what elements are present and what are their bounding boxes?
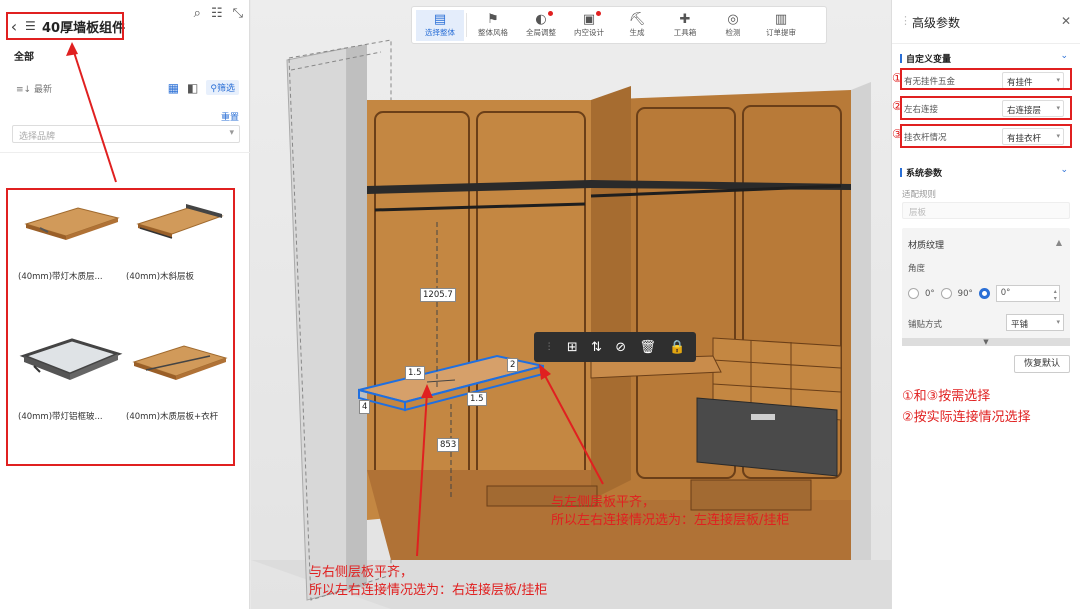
annotation-arrow bbox=[66, 42, 117, 183]
chevron-down-icon: ▾ bbox=[1056, 318, 1060, 326]
toolbar-toolbox[interactable]: ✚ 工具箱 bbox=[661, 11, 709, 38]
main-toolbar: ▤ 选择整体 ⚑ 整体风格 ◐ 全局调整 ▣ 内空设计 ⛏ 生成 ✚ 工具箱 ◎… bbox=[411, 6, 827, 44]
global-icon: ◐ bbox=[535, 11, 547, 27]
material-section: 材质纹理 ▲ 角度 0° 90° 0° ▴ ▾ 铺贴方式 平铺 ▾ bbox=[902, 228, 1070, 346]
angle-value: 0° bbox=[1000, 288, 1011, 298]
delete-icon[interactable]: 🗑 bbox=[639, 340, 656, 355]
toolbar-label: 订单提审 bbox=[766, 27, 796, 37]
selection-toolbar: ⋮ ⊞ ⇅ ⊘ 🗑 🔒 bbox=[534, 332, 696, 362]
chevron-down-icon[interactable]: ⌄ bbox=[1060, 165, 1068, 175]
restore-default-button[interactable]: 恢复默认 bbox=[1014, 355, 1070, 373]
collapse-toggle[interactable]: ▼ bbox=[902, 338, 1070, 346]
toolbar-label: 整体风格 bbox=[478, 27, 508, 37]
highlight-box bbox=[6, 188, 235, 466]
toolbar-generate[interactable]: ⛏ 生成 bbox=[613, 11, 661, 38]
stepper-icon[interactable]: ▴ ▾ bbox=[1054, 288, 1057, 302]
rule-value: 层板 bbox=[909, 208, 927, 218]
toolbar-label: 全局调整 bbox=[526, 27, 556, 37]
note-line: ②按实际连接情况选择 bbox=[902, 410, 1031, 425]
annotation-left-shelf: 与右侧层板平齐， 所以左右连接情况选为：右连接层板/挂柜 bbox=[309, 564, 547, 600]
select-icon: ▤ bbox=[433, 11, 447, 27]
paste-value: 平铺 bbox=[1011, 320, 1029, 330]
dimension-label[interactable]: 2 bbox=[507, 358, 519, 372]
style-icon: ⚑ bbox=[487, 11, 499, 27]
chevron-up-icon[interactable]: ▲ bbox=[1056, 238, 1062, 247]
paste-select[interactable]: 平铺 ▾ bbox=[1006, 314, 1064, 331]
detect-icon: ◎ bbox=[727, 11, 739, 27]
toolbar-label: 检测 bbox=[725, 27, 741, 37]
angle-label: 角度 bbox=[908, 264, 926, 274]
toolbar-style[interactable]: ⚑ 整体风格 bbox=[469, 11, 517, 38]
toolbar-global-adjust[interactable]: ◐ 全局调整 bbox=[517, 10, 565, 38]
highlight-box bbox=[900, 124, 1072, 148]
generate-icon: ⛏ bbox=[628, 11, 646, 27]
toolbox-icon: ✚ bbox=[679, 11, 691, 27]
annotation-line: 所以左右连接情况选为：左连接层板/挂柜 bbox=[551, 513, 790, 528]
close-icon[interactable]: ✕ bbox=[1061, 14, 1071, 28]
angle-radio-0[interactable] bbox=[908, 288, 919, 299]
annotation-right-shelf: 与左侧层板平齐， 所以左右连接情况选为：左连接层板/挂柜 bbox=[551, 494, 789, 530]
toolbar-label: 生成 bbox=[629, 27, 645, 37]
angle-radio-custom[interactable] bbox=[978, 288, 990, 299]
lock-icon[interactable]: 🔒 bbox=[669, 340, 685, 355]
angle-options: 0° 90° 0° ▴ ▾ bbox=[908, 285, 1060, 302]
toolbar-order-review[interactable]: ▥ 订单提审 bbox=[757, 11, 805, 38]
add-icon[interactable]: ⊞ bbox=[567, 340, 578, 355]
paste-label: 铺贴方式 bbox=[908, 320, 943, 330]
rule-select: 层板 bbox=[902, 202, 1070, 219]
annotation-line: 所以左右连接情况选为：右连接层板/挂柜 bbox=[309, 583, 548, 598]
panel-title: 高级参数 bbox=[912, 16, 961, 30]
angle-radio-90[interactable] bbox=[940, 288, 952, 299]
align-icon[interactable]: ⇅ bbox=[591, 340, 602, 355]
drag-handle-icon[interactable]: ⋮ bbox=[900, 14, 911, 27]
order-icon: ▥ bbox=[774, 11, 788, 27]
toolbar-label: 选择整体 bbox=[425, 27, 455, 37]
toolbar-detect[interactable]: ◎ 检测 bbox=[709, 11, 757, 38]
note-line: ①和③按需选择 bbox=[902, 389, 991, 404]
highlight-box bbox=[900, 68, 1072, 90]
advanced-params-panel: ⋮ 高级参数 ✕ 自定义变量 ⌄ ① 有无挂件五金 有挂件 ▾ ② 左右连接 右… bbox=[891, 0, 1080, 609]
notification-dot bbox=[596, 10, 601, 16]
panel-header: ⋮ 高级参数 ✕ bbox=[892, 0, 1080, 44]
hide-icon[interactable]: ⊘ bbox=[615, 340, 626, 355]
divider bbox=[466, 13, 467, 37]
inner-design-icon: ▣ bbox=[582, 11, 596, 27]
dimension-label[interactable]: 1.5 bbox=[405, 366, 425, 380]
angle-option-label: 90° bbox=[957, 288, 973, 299]
dimension-label[interactable]: 1205.7 bbox=[420, 288, 456, 302]
section-system-params: 系统参数 bbox=[900, 166, 942, 179]
angle-input[interactable]: 0° ▴ ▾ bbox=[995, 285, 1060, 302]
drag-handle-icon[interactable]: ⋮ bbox=[545, 342, 554, 352]
toolbar-label: 内空设计 bbox=[574, 27, 604, 37]
annotation-line: 与右侧层板平齐， bbox=[309, 565, 414, 580]
angle-option-label: 0° bbox=[925, 288, 935, 299]
3d-viewport[interactable]: 1205.7 1.5 2 4 1.5 853 ⋮ ⊞ ⇅ ⊘ 🗑 🔒 ▤ 选择整… bbox=[251, 0, 891, 609]
rule-label: 适配规则 bbox=[902, 190, 937, 200]
highlight-box bbox=[900, 96, 1072, 120]
component-panel: ‹ ☰ 40厚墙板组件 ⌕ ☷ ⤡ 全部 ≡↓ 最新 ▦ ◧ ⚲筛选 重置 选择… bbox=[0, 0, 250, 609]
material-title: 材质纹理 bbox=[908, 241, 945, 251]
section-custom-vars: 自定义变量 bbox=[900, 52, 951, 65]
annotation-line: 与左侧层板平齐， bbox=[551, 495, 656, 510]
dimension-label[interactable]: 4 bbox=[359, 400, 371, 414]
chevron-down-icon[interactable]: ⌄ bbox=[1060, 51, 1068, 61]
toolbar-select-whole[interactable]: ▤ 选择整体 bbox=[416, 9, 464, 41]
dimension-label[interactable]: 853 bbox=[437, 438, 460, 452]
toolbar-label: 工具箱 bbox=[673, 27, 697, 37]
toolbar-inner-design[interactable]: ▣ 内空设计 bbox=[565, 10, 613, 38]
dimension-label[interactable]: 1.5 bbox=[467, 392, 487, 406]
notification-dot bbox=[548, 10, 553, 16]
